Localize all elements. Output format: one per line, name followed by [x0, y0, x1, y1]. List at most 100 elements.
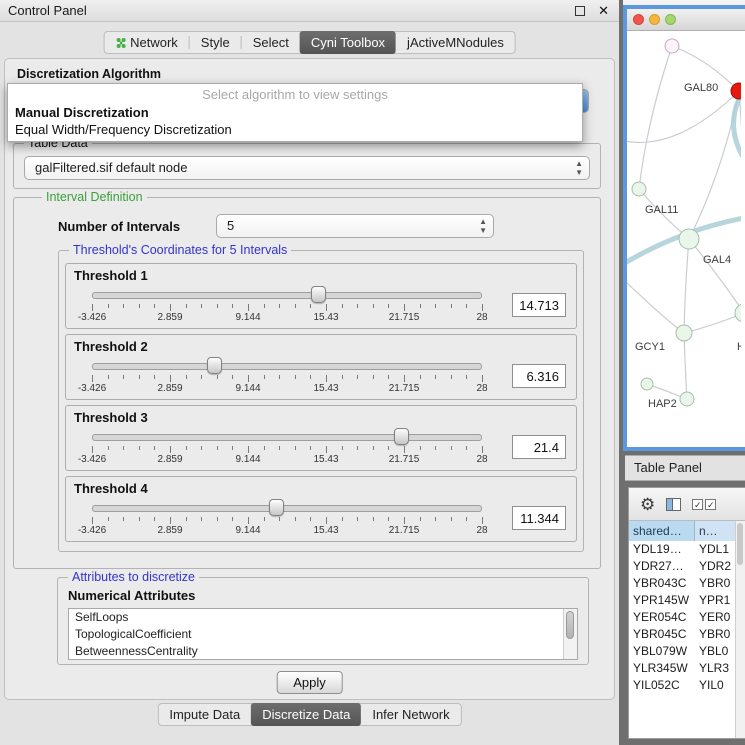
columns-icon[interactable]: [666, 498, 681, 511]
slider-track[interactable]: [92, 434, 482, 441]
tab-label: Select: [253, 32, 289, 53]
threshold-value-field[interactable]: 21.4: [512, 435, 566, 459]
network-node[interactable]: [641, 378, 653, 390]
tick-mark: [92, 304, 93, 311]
minimize-window-icon[interactable]: [649, 14, 660, 25]
tick-mark: [154, 517, 155, 521]
network-node[interactable]: [676, 325, 692, 341]
threshold-value-field[interactable]: 6.316: [512, 364, 566, 388]
table-row[interactable]: YBL079WYBL0: [629, 643, 745, 660]
table-data-group: Table Data galFiltered.sif default node …: [13, 143, 601, 189]
tick-mark: [466, 517, 467, 521]
close-icon[interactable]: ✕: [598, 4, 609, 17]
scale-label: 21.715: [389, 312, 420, 323]
number-of-intervals-spinner[interactable]: 5 ▲▼: [216, 214, 494, 238]
tick-mark: [264, 446, 265, 450]
checkbox-icon-2[interactable]: ✓: [705, 499, 716, 510]
slider-track[interactable]: [92, 292, 482, 299]
tick-mark: [326, 446, 327, 453]
tab-jactivemnodules[interactable]: jActiveMNodules: [396, 32, 515, 53]
tick-mark: [482, 304, 483, 311]
scrollbar-thumb[interactable]: [566, 611, 574, 639]
network-node[interactable]: [679, 229, 699, 249]
tick-mark: [279, 446, 280, 450]
attribute-list-item[interactable]: SelfLoops: [69, 609, 577, 626]
network-node[interactable]: [665, 39, 679, 53]
tick-mark: [342, 517, 343, 521]
network-node[interactable]: [735, 304, 741, 322]
checkbox-icon[interactable]: ✓: [692, 499, 703, 510]
table-scrollbar-thumb[interactable]: [737, 523, 743, 565]
numerical-attributes-list[interactable]: SelfLoopsTopologicalCoefficientBetweenne…: [68, 608, 578, 660]
tick-mark: [186, 304, 187, 308]
list-scrollbar[interactable]: [563, 609, 577, 659]
apply-button[interactable]: Apply: [276, 671, 343, 694]
tick-mark: [310, 446, 311, 450]
table-data-combobox[interactable]: galFiltered.sif default node ▲▼: [24, 156, 590, 180]
table-panel-header[interactable]: Table Panel: [625, 455, 745, 481]
float-window-icon[interactable]: [575, 6, 585, 16]
threshold-panel: Threshold 1 -3.4262.8599.14415.4321.7152…: [65, 263, 577, 329]
tab-network[interactable]: Network: [104, 32, 189, 53]
table-row[interactable]: YBR043CYBR0: [629, 575, 745, 592]
table-row[interactable]: YDR27…YDR2: [629, 558, 745, 575]
dropdown-option[interactable]: Equal Width/Frequency Discretization: [8, 121, 582, 138]
scale-label: 2.859: [157, 454, 182, 465]
tick-mark: [373, 304, 374, 308]
tab-select[interactable]: Select: [242, 32, 300, 53]
table-row[interactable]: YER054CYER0: [629, 609, 745, 626]
top-tab-bar: NetworkStyle Select Cyni Toolbox jActiveMNo…: [103, 31, 516, 54]
scale-label: 28: [476, 383, 487, 394]
tick-mark: [420, 517, 421, 521]
tick-mark: [201, 304, 202, 308]
tab-style[interactable]: Style: [190, 32, 241, 53]
tick-mark: [248, 304, 249, 311]
table-row[interactable]: YBR045CYBR0: [629, 626, 745, 643]
attribute-list-item[interactable]: TopologicalCoefficient: [69, 626, 577, 643]
slider-thumb[interactable]: [394, 428, 409, 445]
slider-thumb[interactable]: [207, 357, 222, 374]
network-node[interactable]: [680, 392, 694, 406]
gear-icon[interactable]: ⚙: [640, 496, 655, 513]
tick-mark: [451, 517, 452, 521]
tick-mark: [92, 446, 93, 453]
dropdown-option[interactable]: Manual Discretization: [8, 104, 582, 121]
tick-mark: [388, 375, 389, 379]
table-column-header[interactable]: shared…: [629, 521, 695, 541]
table-row[interactable]: YLR345WYLR3: [629, 660, 745, 677]
network-window-titlebar[interactable]: [627, 9, 745, 31]
table-row[interactable]: YDL19…YDL1: [629, 541, 745, 558]
tick-mark: [279, 517, 280, 521]
slider-thumb[interactable]: [311, 286, 326, 303]
attributes-group-label: Attributes to discretize: [68, 570, 199, 584]
network-node[interactable]: [632, 182, 646, 196]
control-panel: Control Panel ✕ NetworkStyleSelectCyni T…: [0, 0, 619, 745]
tab-discretize-data[interactable]: Discretize Data: [251, 703, 361, 726]
scale-label: 2.859: [157, 383, 182, 394]
table-row[interactable]: YPR145WYPR1: [629, 592, 745, 609]
tick-mark: [170, 446, 171, 453]
tick-mark: [466, 446, 467, 450]
tick-mark: [451, 446, 452, 450]
tab-impute-data[interactable]: Impute Data: [158, 704, 251, 725]
slider-track[interactable]: [92, 505, 482, 512]
network-canvas[interactable]: GAL80GAL11GAL4GCY1HHAP2: [627, 31, 741, 447]
slider-track[interactable]: [92, 363, 482, 370]
threshold-value-field[interactable]: 14.713: [512, 293, 566, 317]
slider-scale-labels: -3.4262.8599.14415.4321.71528: [92, 383, 482, 394]
tab-infer-network[interactable]: Infer Network: [361, 704, 460, 725]
threshold-value-field[interactable]: 11.344: [512, 506, 566, 530]
zoom-window-icon[interactable]: [665, 14, 676, 25]
tick-mark: [232, 375, 233, 379]
table-cell: YBL079W: [629, 643, 695, 660]
close-window-icon[interactable]: [633, 14, 644, 25]
slider-thumb[interactable]: [269, 499, 284, 516]
tab-label: jActiveMNodules: [407, 32, 504, 53]
tick-mark: [123, 375, 124, 379]
attribute-list-item[interactable]: BetweennessCentrality: [69, 643, 577, 660]
tab-cyni-toolbox[interactable]: Cyni Toolbox: [300, 31, 396, 54]
table-scrollbar[interactable]: [735, 521, 745, 738]
table-row[interactable]: YIL052CYIL0: [629, 677, 745, 694]
select-columns-control[interactable]: ✓ ✓: [692, 499, 716, 510]
tick-mark: [154, 304, 155, 308]
